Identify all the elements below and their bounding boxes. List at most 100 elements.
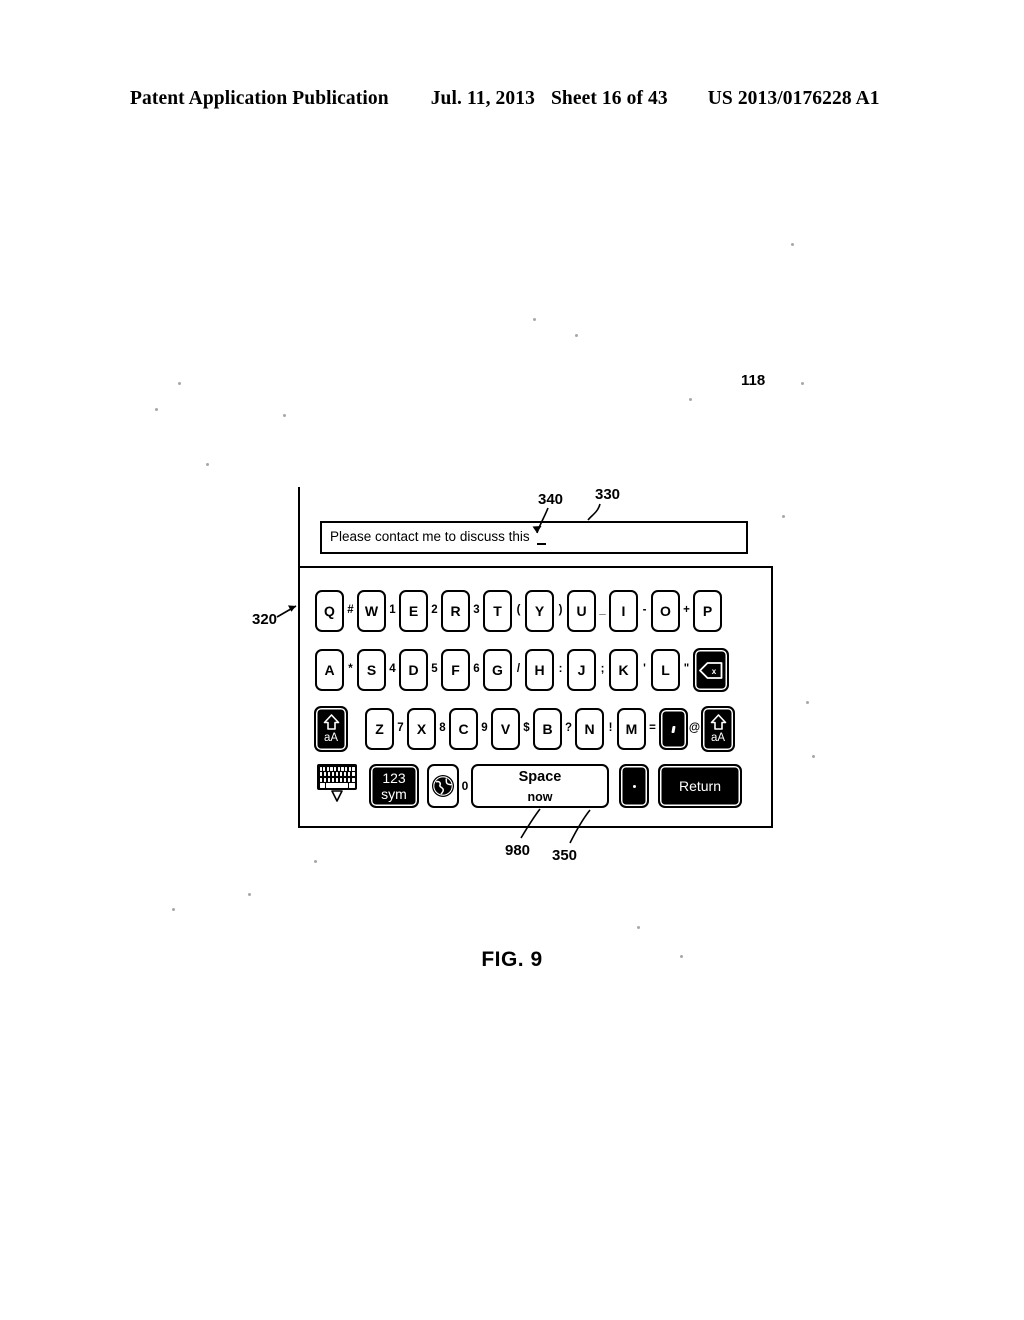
symbol-1[interactable]: 1 bbox=[386, 605, 399, 617]
key-g[interactable]: G bbox=[483, 649, 512, 691]
symbol-slash[interactable]: / bbox=[512, 664, 525, 676]
scan-speck bbox=[791, 243, 794, 246]
keyboard-row-4: 123 sym 0 Space now Return bbox=[300, 764, 785, 808]
key-j[interactable]: J bbox=[567, 649, 596, 691]
symbol-5[interactable]: 5 bbox=[428, 664, 441, 676]
key-s[interactable]: S bbox=[357, 649, 386, 691]
symbol-2[interactable]: 2 bbox=[428, 605, 441, 617]
symbol-6[interactable]: 6 bbox=[470, 664, 483, 676]
key-y[interactable]: Y bbox=[525, 590, 554, 632]
key-w[interactable]: W bbox=[357, 590, 386, 632]
key-n[interactable]: N bbox=[575, 708, 604, 750]
keyboard-row-3: aA Z 7 X 8 C 9 V $ B ? N ! M = @ aA bbox=[300, 706, 785, 752]
symbol-plus[interactable]: + bbox=[680, 605, 693, 617]
key-o[interactable]: O bbox=[651, 590, 680, 632]
key-h[interactable]: H bbox=[525, 649, 554, 691]
scan-speck bbox=[172, 908, 175, 911]
scan-speck bbox=[178, 382, 181, 385]
symbol-asterisk[interactable]: * bbox=[344, 664, 357, 676]
symbol-0[interactable]: 0 bbox=[459, 779, 471, 793]
key-b[interactable]: B bbox=[533, 708, 562, 750]
key-r[interactable]: R bbox=[441, 590, 470, 632]
backspace-arrow-glyph: x bbox=[699, 661, 723, 679]
shift-up-arrow-icon bbox=[323, 713, 340, 734]
symbol-hash[interactable]: # bbox=[344, 605, 357, 617]
keyboard-glyph bbox=[317, 764, 357, 790]
symbol-right-paren[interactable]: ) bbox=[554, 605, 567, 617]
key-i[interactable]: I bbox=[609, 590, 638, 632]
symbol-dollar[interactable]: $ bbox=[520, 723, 533, 735]
hide-keyboard-icon[interactable] bbox=[314, 764, 360, 808]
shift-key-left[interactable]: aA bbox=[314, 706, 348, 752]
symbol-left-paren[interactable]: ( bbox=[512, 605, 525, 617]
ref-numeral-320: 320 bbox=[252, 611, 278, 628]
key-d[interactable]: D bbox=[399, 649, 428, 691]
symbol-underscore[interactable]: _ bbox=[596, 605, 609, 617]
key-t[interactable]: T bbox=[483, 590, 512, 632]
text-field-value: Please contact me to discuss this bbox=[330, 529, 530, 544]
key-q[interactable]: Q bbox=[315, 590, 344, 632]
key-k[interactable]: K bbox=[609, 649, 638, 691]
symbols-mode-key[interactable]: 123 sym bbox=[369, 764, 419, 808]
symbol-quote[interactable]: " bbox=[680, 664, 693, 676]
symbol-semicolon[interactable]: ; bbox=[596, 664, 609, 676]
symbol-3[interactable]: 3 bbox=[470, 605, 483, 617]
key-v[interactable]: V bbox=[491, 708, 520, 750]
svg-text:x: x bbox=[712, 667, 717, 676]
scan-speck bbox=[533, 318, 536, 321]
text-input-field[interactable]: Please contact me to discuss this bbox=[320, 521, 748, 554]
key-z[interactable]: Z bbox=[365, 708, 394, 750]
down-arrow-icon bbox=[329, 790, 345, 808]
symbol-7[interactable]: 7 bbox=[394, 723, 407, 735]
scan-speck bbox=[782, 515, 785, 518]
scan-speck bbox=[806, 701, 809, 704]
key-x[interactable]: X bbox=[407, 708, 436, 750]
keyboard-row-1: Q # W 1 E 2 R 3 T ( Y ) U _ I - O + P bbox=[300, 590, 786, 632]
ref-numeral-350: 350 bbox=[552, 847, 578, 864]
keyboard-row-2: A * S 4 D 5 F 6 G / H : J ; K ' L " x bbox=[300, 648, 786, 692]
shift-key-right-label: aA bbox=[710, 731, 726, 744]
symbol-8[interactable]: 8 bbox=[436, 723, 449, 735]
key-m[interactable]: M bbox=[617, 708, 646, 750]
text-cursor bbox=[537, 543, 546, 545]
return-key[interactable]: Return bbox=[658, 764, 742, 808]
period-key[interactable] bbox=[619, 764, 649, 808]
symbol-hyphen[interactable]: - bbox=[638, 605, 651, 617]
key-u[interactable]: U bbox=[567, 590, 596, 632]
shift-up-arrow-icon-right bbox=[710, 713, 727, 734]
virtual-keyboard[interactable]: Q # W 1 E 2 R 3 T ( Y ) U _ I - O + P A … bbox=[298, 566, 773, 828]
shift-key-left-label: aA bbox=[323, 731, 339, 744]
key-l[interactable]: L bbox=[651, 649, 680, 691]
ref-numeral-330: 330 bbox=[595, 486, 621, 503]
symbol-4[interactable]: 4 bbox=[386, 664, 399, 676]
key-c[interactable]: C bbox=[449, 708, 478, 750]
space-key[interactable]: Space now bbox=[471, 764, 609, 808]
backspace-icon[interactable]: x bbox=[693, 648, 729, 692]
symbol-9[interactable]: 9 bbox=[478, 723, 491, 735]
globe-icon[interactable] bbox=[427, 764, 459, 808]
symbol-equals[interactable]: = bbox=[646, 723, 659, 735]
symbol-colon[interactable]: : bbox=[554, 664, 567, 676]
space-key-label: Space bbox=[518, 769, 562, 785]
comma-key[interactable] bbox=[659, 708, 688, 750]
scan-speck bbox=[801, 382, 804, 385]
word-suggestion[interactable]: now bbox=[528, 790, 553, 804]
symbol-apostrophe[interactable]: ' bbox=[638, 664, 651, 676]
scan-speck bbox=[812, 755, 815, 758]
scan-speck bbox=[689, 398, 692, 401]
period-glyph bbox=[632, 784, 636, 788]
shift-key-right[interactable]: aA bbox=[701, 706, 735, 752]
globe-glyph bbox=[432, 775, 454, 797]
comma-glyph bbox=[671, 725, 676, 733]
key-p[interactable]: P bbox=[693, 590, 722, 632]
patent-figure: 118 340 330 320 980 350 Please contact m… bbox=[0, 0, 1024, 1320]
key-f[interactable]: F bbox=[441, 649, 470, 691]
key-e[interactable]: E bbox=[399, 590, 428, 632]
symbols-key-line1: 123 bbox=[382, 769, 406, 786]
key-a[interactable]: A bbox=[315, 649, 344, 691]
symbol-at[interactable]: @ bbox=[688, 723, 701, 735]
scan-speck bbox=[314, 860, 317, 863]
scan-speck bbox=[248, 893, 251, 896]
symbol-exclamation[interactable]: ! bbox=[604, 723, 617, 735]
symbol-question[interactable]: ? bbox=[562, 723, 575, 735]
